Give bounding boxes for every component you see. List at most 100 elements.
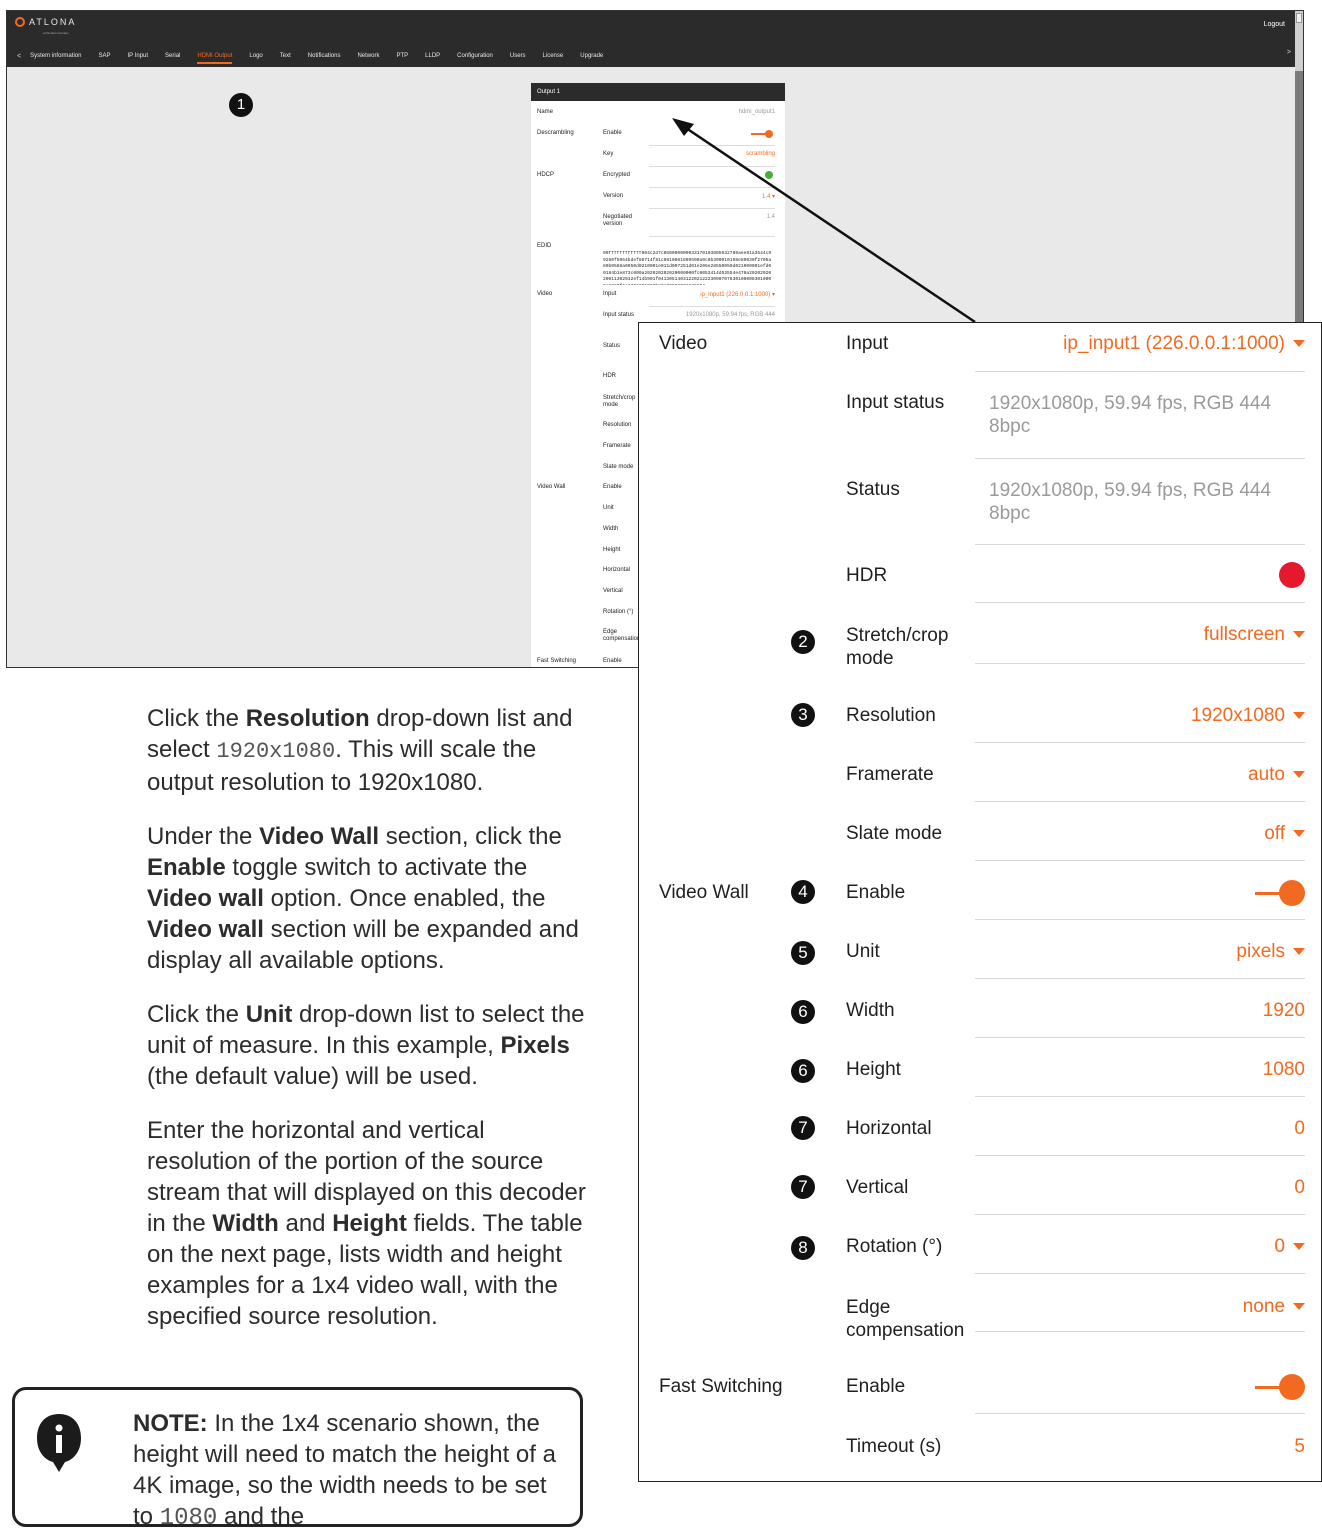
label-vw-enable: Enable bbox=[846, 882, 906, 903]
label-descr-enable: Enable bbox=[603, 130, 622, 136]
edid-textarea[interactable]: 00ffffffffffff004c2d7c0b0000000033170103… bbox=[603, 251, 773, 285]
tab-ptp[interactable]: PTP bbox=[396, 53, 408, 59]
label-resolution: Resolution bbox=[846, 705, 936, 726]
label-video: Video bbox=[537, 291, 553, 297]
logo-mark-icon bbox=[15, 17, 25, 27]
nav-tabs: < System information SAP IP Input Serial… bbox=[17, 49, 1303, 64]
label-rotation: Rotation (°) bbox=[603, 609, 634, 615]
label-vertical: Vertical bbox=[846, 1177, 909, 1198]
key-value[interactable]: scrambling bbox=[746, 151, 775, 157]
label-slate-mode: Slate mode bbox=[846, 823, 943, 844]
label-rotation: Rotation (°) bbox=[846, 1236, 943, 1257]
nav-prev-icon[interactable]: < bbox=[17, 53, 21, 60]
label-fast-switching: Fast Switching bbox=[537, 658, 577, 664]
paragraph-unit: Click the Unit drop-down list to select … bbox=[147, 1001, 585, 1090]
video-wall-enable-toggle[interactable] bbox=[1255, 880, 1305, 906]
info-icon bbox=[37, 1414, 81, 1472]
fast-switching-enable-toggle[interactable] bbox=[1255, 1374, 1305, 1400]
chevron-down-icon bbox=[1293, 1303, 1305, 1311]
input-dropdown[interactable]: ip_input1 (226.0.0.1:1000) ▾ bbox=[700, 291, 775, 298]
descrambling-toggle[interactable] bbox=[751, 130, 773, 138]
label-video-wall: Video Wall bbox=[537, 484, 566, 490]
version-dropdown[interactable]: 1.4 ▾ bbox=[762, 193, 775, 200]
label-slate-mode: Slate mode bbox=[603, 464, 634, 470]
callout-badge-5: 5 bbox=[791, 941, 815, 965]
top-bar: ATLONA a Panduit company Logout < System… bbox=[7, 11, 1303, 67]
tab-upgrade[interactable]: Upgrade bbox=[580, 53, 603, 59]
tab-sap[interactable]: SAP bbox=[98, 53, 110, 59]
note-box: NOTE: In the 1x4 scenario shown, the hei… bbox=[12, 1387, 583, 1532]
nav-next-icon[interactable]: > bbox=[1287, 49, 1291, 56]
label-vw-enable: Enable bbox=[603, 484, 622, 490]
stretch-crop-dropdown[interactable]: fullscreen bbox=[1204, 624, 1305, 646]
tab-serial[interactable]: Serial bbox=[165, 53, 180, 59]
label-unit: Unit bbox=[846, 941, 880, 962]
atlona-logo: ATLONA a Panduit company bbox=[15, 17, 76, 35]
card-title: Output 1 bbox=[531, 83, 785, 101]
tab-license[interactable]: License bbox=[543, 53, 564, 59]
callout-badge-6: 6 bbox=[791, 1000, 815, 1024]
label-horizontal: Horizontal bbox=[603, 567, 631, 573]
label-stretch-crop: Stretch/crop mode bbox=[603, 395, 636, 408]
tab-network[interactable]: Network bbox=[357, 53, 379, 59]
callout-badge-2: 2 bbox=[791, 630, 815, 654]
label-input-status: Input status bbox=[846, 392, 945, 413]
unit-dropdown[interactable]: pixels bbox=[1236, 941, 1305, 963]
tab-system-information[interactable]: System information bbox=[30, 53, 81, 59]
logo-subtext: a Panduit company bbox=[43, 31, 69, 35]
label-horizontal: Horizontal bbox=[846, 1118, 932, 1139]
label-unit: Unit bbox=[603, 505, 614, 511]
callout-badge-1: 1 bbox=[229, 93, 253, 117]
label-fs-enable: Enable bbox=[846, 1376, 906, 1397]
chevron-down-icon bbox=[1293, 631, 1305, 639]
input-status-value: 1920x1080p, 59.94 fps, RGB 444 bbox=[685, 312, 775, 318]
tab-logo[interactable]: Logo bbox=[249, 53, 262, 59]
label-width: Width bbox=[603, 526, 619, 532]
callout-badge-8: 8 bbox=[791, 1236, 815, 1260]
tab-configuration[interactable]: Configuration bbox=[457, 53, 493, 59]
tab-users[interactable]: Users bbox=[510, 53, 526, 59]
input-status-value: 1920x1080p, 59.94 fps, RGB 444 8bpc bbox=[989, 393, 1272, 437]
label-name: Name bbox=[537, 109, 554, 115]
zoomed-settings-panel: Video Input ip_input1 (226.0.0.1:1000) I… bbox=[638, 322, 1322, 1482]
slate-mode-dropdown[interactable]: off bbox=[1264, 823, 1305, 845]
rotation-dropdown[interactable]: 0 bbox=[1274, 1236, 1305, 1258]
callout-badge-6: 6 bbox=[791, 1059, 815, 1083]
name-field[interactable]: hdmi_output1 bbox=[739, 109, 775, 115]
encrypted-status-icon bbox=[765, 171, 773, 179]
framerate-dropdown[interactable]: auto bbox=[1248, 764, 1305, 786]
paragraph-video-wall: Under the Video Wall section, click the … bbox=[147, 823, 579, 974]
note-text: NOTE: In the 1x4 scenario shown, the hei… bbox=[133, 1410, 556, 1532]
tab-lldp[interactable]: LLDP bbox=[425, 53, 440, 59]
label-timeout: Timeout (s) bbox=[846, 1436, 942, 1457]
tab-notifications[interactable]: Notifications bbox=[308, 53, 341, 59]
tab-ip-input[interactable]: IP Input bbox=[127, 53, 148, 59]
label-encrypted: Encrypted bbox=[603, 172, 631, 178]
edge-compensation-dropdown[interactable]: none bbox=[1243, 1296, 1305, 1318]
section-video: Video bbox=[659, 333, 708, 354]
label-framerate: Framerate bbox=[603, 443, 631, 449]
paragraph-resolution: Click the Resolution drop-down list and … bbox=[147, 705, 573, 796]
vertical-field[interactable]: 0 bbox=[1294, 1177, 1305, 1199]
negotiated-version-value: 1.4 bbox=[766, 214, 775, 220]
label-input: Input bbox=[846, 333, 889, 354]
label-hdr: HDR bbox=[846, 565, 888, 586]
horizontal-field[interactable]: 0 bbox=[1294, 1118, 1305, 1140]
scrollbar-up-icon[interactable] bbox=[1296, 13, 1302, 23]
timeout-field[interactable]: 5 bbox=[1294, 1436, 1305, 1458]
callout-badge-7: 7 bbox=[791, 1116, 815, 1140]
hdr-status-icon bbox=[1279, 562, 1305, 588]
label-hdcp: HDCP bbox=[537, 172, 555, 178]
width-field[interactable]: 1920 bbox=[1263, 1000, 1305, 1022]
section-fast-switching: Fast Switching bbox=[659, 1376, 783, 1397]
resolution-dropdown[interactable]: 1920x1080 bbox=[1191, 705, 1305, 727]
logout-link[interactable]: Logout bbox=[1264, 21, 1285, 28]
input-dropdown[interactable]: ip_input1 (226.0.0.1:1000) bbox=[1063, 333, 1305, 355]
tab-text[interactable]: Text bbox=[280, 53, 291, 59]
height-field[interactable]: 1080 bbox=[1263, 1059, 1305, 1081]
label-input-status: Input status bbox=[603, 312, 635, 318]
tab-hdmi-output[interactable]: HDMI Output bbox=[197, 53, 233, 64]
callout-badge-7: 7 bbox=[791, 1175, 815, 1199]
callout-badge-3: 3 bbox=[791, 703, 815, 727]
label-negotiated-version: Negotiated version bbox=[603, 214, 633, 227]
